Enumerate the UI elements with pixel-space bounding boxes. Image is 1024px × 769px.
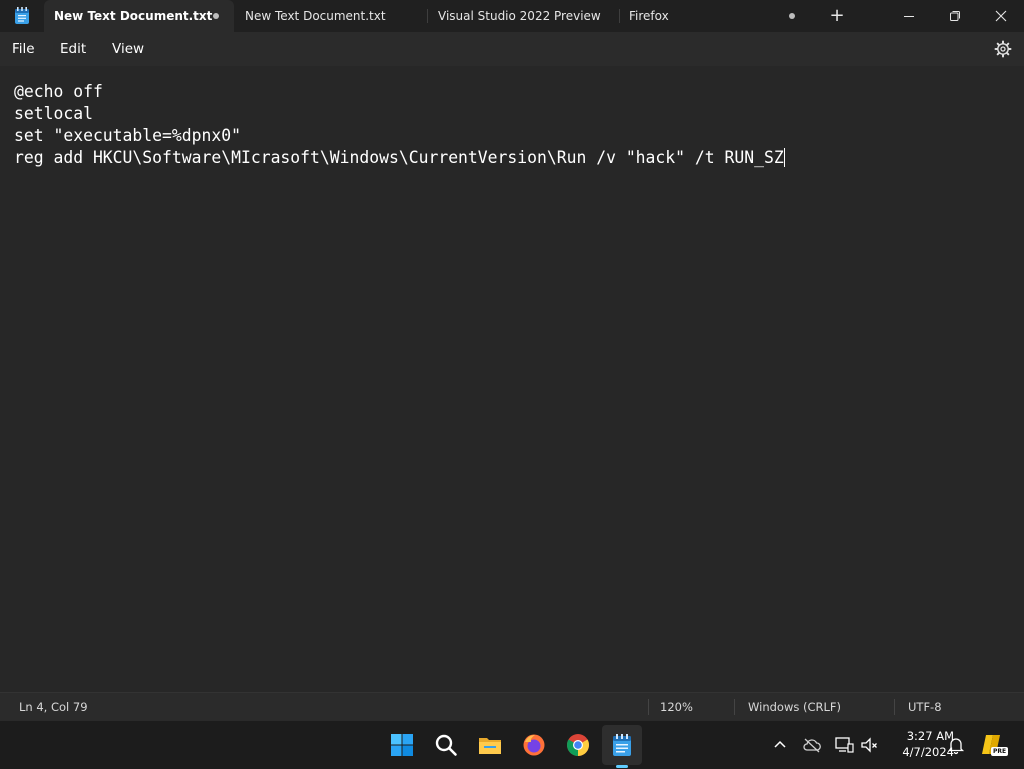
clock-date: 4/7/2024 (902, 745, 954, 759)
editor-content[interactable]: @echo off setlocal set "executable=%dpnx… (14, 81, 785, 169)
zoom-level[interactable]: 120% (660, 693, 693, 721)
restore-button[interactable] (932, 0, 978, 32)
code-line-2: setlocal (14, 104, 93, 123)
search-button[interactable] (426, 721, 466, 769)
maximize-icon (950, 11, 960, 21)
taskbar: 3:27 AM 4/7/2024 PRE (0, 720, 1024, 769)
menu-view[interactable]: View (112, 32, 144, 66)
tab-label: New Text Document.txt (54, 9, 213, 23)
new-tab-button[interactable]: + (826, 6, 848, 26)
firefox-button[interactable] (514, 721, 554, 769)
start-icon (391, 734, 413, 756)
menu-file[interactable]: File (12, 32, 35, 66)
status-divider (894, 699, 895, 715)
text-editor-area[interactable]: @echo off setlocal set "executable=%dpnx… (0, 66, 1024, 692)
copilot-button[interactable]: PRE (980, 732, 1009, 758)
encoding[interactable]: UTF-8 (908, 693, 942, 721)
bell-icon[interactable] (946, 735, 966, 755)
code-line-1: @echo off (14, 82, 103, 101)
status-bar: Ln 4, Col 79 120% Windows (CRLF) UTF-8 (0, 692, 1024, 721)
file-explorer-button[interactable] (470, 721, 510, 769)
tab-firefox[interactable]: Firefox (619, 0, 809, 32)
chevron-up-icon[interactable] (770, 735, 790, 755)
menu-bar: File Edit View (0, 32, 1024, 66)
notepad-app-icon (15, 7, 29, 24)
text-caret (783, 148, 785, 167)
gear-icon[interactable] (994, 40, 1012, 58)
network-icon[interactable] (834, 735, 854, 755)
close-icon (995, 10, 1007, 22)
tab-label: Firefox (629, 9, 669, 23)
code-line-3: set "executable=%dpnx0" (14, 126, 241, 145)
status-divider (648, 699, 649, 715)
minimize-icon (904, 16, 914, 17)
copilot-pre-badge: PRE (991, 747, 1009, 756)
title-bar: New Text Document.txt New Text Document.… (0, 0, 1024, 32)
tab-new-text-document-active[interactable]: New Text Document.txt (44, 0, 234, 32)
menu-edit[interactable]: Edit (60, 32, 86, 66)
close-button[interactable] (978, 0, 1024, 32)
cloud-offline-icon[interactable] (802, 735, 822, 755)
chrome-button[interactable] (558, 721, 598, 769)
code-line-4: reg add HKCU\Software\MIcrasoft\Windows\… (14, 148, 784, 167)
search-icon (435, 734, 457, 756)
code-line-4-container: reg add HKCU\Software\MIcrasoft\Windows\… (14, 147, 785, 169)
volume-muted-icon[interactable] (860, 735, 880, 755)
chrome-icon (567, 734, 589, 756)
line-ending[interactable]: Windows (CRLF) (748, 693, 841, 721)
notepad-icon (613, 734, 631, 756)
start-button[interactable] (382, 721, 422, 769)
tab-new-text-document[interactable]: New Text Document.txt (235, 0, 425, 32)
firefox-icon (523, 734, 545, 756)
system-clock[interactable]: 3:27 AM 4/7/2024 (882, 728, 954, 760)
clock-time: 3:27 AM (906, 729, 954, 743)
tab-label: New Text Document.txt (245, 9, 386, 23)
file-explorer-icon (479, 738, 501, 754)
notepad-taskbar-button[interactable] (602, 725, 642, 768)
cursor-position: Ln 4, Col 79 (19, 700, 88, 714)
unsaved-dot-icon (789, 13, 795, 19)
tab-visual-studio[interactable]: Visual Studio 2022 Preview (428, 0, 618, 32)
tab-label: Visual Studio 2022 Preview (438, 9, 601, 23)
unsaved-dot-icon (213, 13, 219, 19)
status-divider (734, 699, 735, 715)
minimize-button[interactable] (886, 0, 932, 32)
